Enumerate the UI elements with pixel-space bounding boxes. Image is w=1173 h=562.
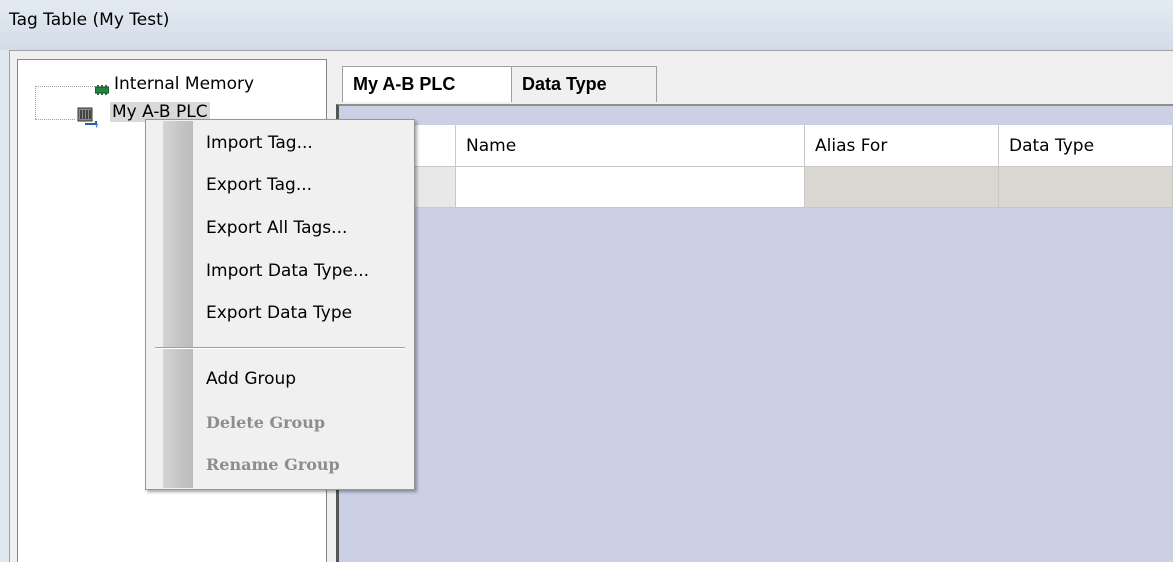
cell-name[interactable] — [456, 167, 805, 208]
tree-connector-line — [35, 86, 36, 119]
menu-item-export-data-type[interactable]: Export Data Type — [206, 303, 352, 323]
tree-item-internal-memory[interactable]: Internal Memory — [114, 74, 254, 94]
window-title: Tag Table (My Test) — [9, 10, 170, 30]
menu-item-export-tag[interactable]: Export Tag... — [206, 175, 312, 195]
column-header-alias-for[interactable]: Alias For — [805, 125, 999, 167]
column-header-name[interactable]: Name — [456, 125, 805, 167]
column-header-data-type[interactable]: Data Type — [999, 125, 1173, 167]
plc-device-icon — [75, 105, 101, 129]
menu-item-rename-group: Rename Group — [206, 455, 340, 474]
tree-connector-line — [35, 119, 75, 120]
tab-my-ab-plc[interactable]: My A-B PLC — [342, 66, 512, 102]
menu-item-export-all-tags[interactable]: Export All Tags... — [206, 218, 347, 238]
menu-item-import-data-type[interactable]: Import Data Type... — [206, 261, 369, 281]
memory-chip-icon — [94, 80, 110, 95]
menu-item-delete-group: Delete Group — [206, 413, 326, 432]
tab-data-type[interactable]: Data Type — [512, 66, 657, 102]
cell-alias-for[interactable] — [805, 167, 999, 208]
menu-item-add-group[interactable]: Add Group — [206, 369, 296, 389]
tree-connector-line — [35, 86, 95, 87]
cell-data-type[interactable] — [999, 167, 1173, 208]
window-title-bar[interactable] — [0, 0, 1173, 50]
menu-separator — [155, 347, 405, 349]
context-menu-gutter — [163, 121, 193, 488]
menu-item-import-tag[interactable]: Import Tag... — [206, 133, 313, 153]
